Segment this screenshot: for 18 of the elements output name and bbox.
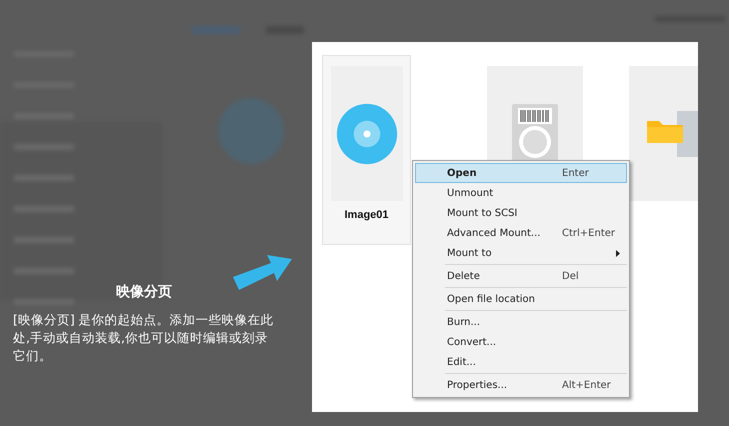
menu-item[interactable]: Unmount — [415, 183, 627, 203]
menu-item[interactable]: Mount to SCSI — [415, 203, 627, 223]
menu-item[interactable]: Properties... Alt+Enter — [415, 375, 627, 395]
menu-item[interactable]: Mount to — [415, 243, 627, 263]
menu-item[interactable]: Open Enter — [415, 163, 627, 183]
image-name: Image01 — [344, 209, 389, 221]
tip-title: 映像分页 — [116, 283, 172, 301]
menu-item[interactable]: Burn... — [415, 312, 627, 332]
menu-item[interactable]: Delete Del — [415, 266, 627, 286]
disc-icon — [336, 102, 398, 164]
menu-item[interactable]: Advanced Mount... Ctrl+Enter — [415, 223, 627, 243]
zipped-folder-icon — [647, 110, 698, 156]
menu-item[interactable]: Open file location — [415, 289, 627, 309]
tip-text: [映像分页] 是你的起始点。添加一些映像在此处,手动或自动装载,你也可以随时编辑或刻录它们。 — [13, 311, 275, 365]
menu-item[interactable]: Convert... — [415, 332, 627, 352]
menu-item[interactable]: Edit... — [415, 352, 627, 372]
pointer-arrow-icon — [231, 253, 293, 291]
image-card[interactable]: Image01 — [322, 55, 411, 245]
